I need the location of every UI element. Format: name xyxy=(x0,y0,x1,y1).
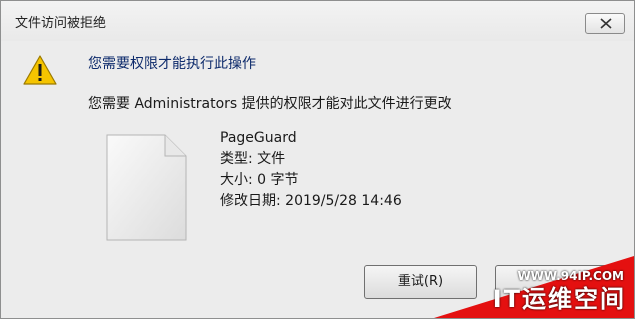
cancel-button[interactable] xyxy=(495,265,608,299)
file-type: 类型: 文件 xyxy=(220,151,286,167)
close-icon xyxy=(600,18,612,29)
warning-icon xyxy=(23,55,57,85)
dialog-window: 文件访问被拒绝 您需要权限才能执行此操作 您需要 Administrators … xyxy=(0,0,635,319)
file-modified: 修改日期: 2019/5/28 14:46 xyxy=(220,193,402,209)
dialog-content: 您需要权限才能执行此操作 您需要 Administrators 提供的权限才能对… xyxy=(1,41,634,318)
dialog-message: 您需要 Administrators 提供的权限才能对此文件进行更改 xyxy=(88,96,452,112)
title-bar[interactable]: 文件访问被拒绝 xyxy=(1,1,634,41)
close-button[interactable] xyxy=(585,13,625,34)
retry-button[interactable]: 重试(R) xyxy=(364,265,477,299)
file-icon xyxy=(106,134,187,241)
file-size: 大小: 0 字节 xyxy=(220,172,299,188)
file-name: PageGuard xyxy=(220,130,297,146)
window-title: 文件访问被拒绝 xyxy=(15,16,107,31)
dialog-heading: 您需要权限才能执行此操作 xyxy=(88,56,256,72)
